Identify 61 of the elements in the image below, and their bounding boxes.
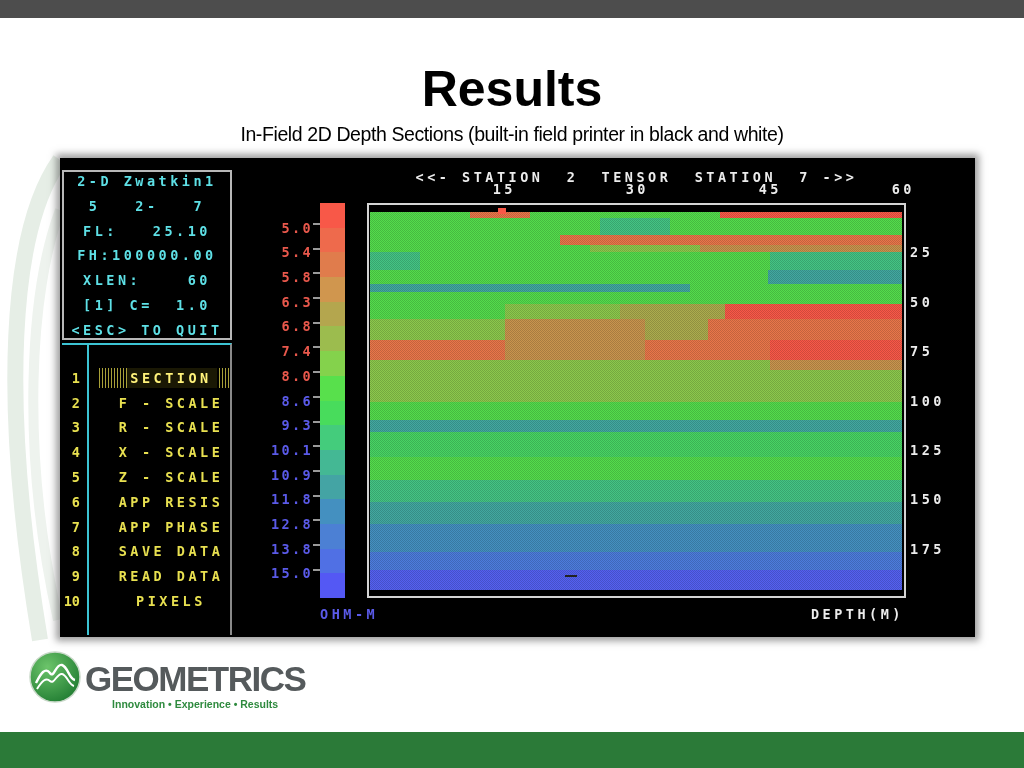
- depth-tick-label: 50: [910, 295, 934, 308]
- info-line: [1] C= 1.0: [83, 298, 211, 312]
- info-line: FL: 25.10: [83, 223, 211, 238]
- scale-label: 7.4: [281, 345, 313, 358]
- menu-item[interactable]: Z - SCALE: [99, 466, 229, 487]
- scale-label: 6.3: [281, 295, 313, 308]
- menu-number: 1: [71, 368, 81, 388]
- logo-tagline: Innovation • Experience • Results: [112, 698, 279, 710]
- menu-item[interactable]: READ DATA: [99, 566, 229, 587]
- depth-tick-label: 150: [910, 493, 945, 506]
- menu-item[interactable]: F - SCALE: [99, 392, 229, 413]
- info-line: FH:100000.00: [77, 248, 217, 263]
- station-tick-label: 60: [891, 183, 915, 195]
- menu-number: 6: [71, 492, 81, 512]
- menu-number: 10: [63, 591, 81, 611]
- scale-label: 10.9: [270, 468, 313, 481]
- menu-number: 5: [71, 467, 81, 487]
- depth-tick-label: 125: [910, 443, 945, 456]
- section-header: <<- STATION 2 TENSOR STATION 7 ->>: [415, 171, 858, 183]
- menu-number: 8: [71, 542, 81, 562]
- scale-label: 5.4: [281, 246, 313, 259]
- menu-number: 2: [71, 393, 81, 413]
- menu-item[interactable]: APP RESIS: [99, 491, 229, 512]
- info-line: <ESC> TO QUIT: [71, 322, 223, 337]
- scale-label: 11.8: [270, 493, 313, 506]
- info-line: XLEN: 60: [83, 273, 211, 288]
- depth-tick-label: 75: [910, 345, 934, 358]
- menu-item[interactable]: SAVE DATA: [99, 541, 229, 562]
- unit-label: OHM-M: [320, 608, 379, 620]
- depth-tick-label: 25: [910, 246, 934, 259]
- menu-number: 9: [71, 567, 81, 587]
- depth-tick-label: 175: [910, 542, 945, 555]
- station-tick-label: 45: [758, 183, 782, 195]
- scale-label: 5.0: [281, 221, 313, 234]
- menu-number: 4: [71, 443, 81, 463]
- scale-label: 10.1: [270, 443, 313, 456]
- menu-item[interactable]: PIXELS: [99, 590, 229, 611]
- depth-tick-label: 100: [910, 394, 945, 407]
- station-tick-label: 15: [492, 183, 516, 195]
- scale-label: 8.0: [281, 369, 313, 382]
- menu-number: 7: [71, 517, 81, 537]
- scale-label: 6.8: [281, 320, 313, 333]
- scale-label: 9.3: [281, 419, 313, 432]
- mountain-emblem-icon: [29, 651, 81, 703]
- scale-label: 13.8: [270, 542, 313, 555]
- scale-label: 5.8: [281, 271, 313, 284]
- info-line: 2-D Zwatkin1: [77, 174, 217, 188]
- slide-subtitle: In-Field 2D Depth Sections (built-in field printer in black and white): [240, 123, 784, 145]
- scale-label: 15.0: [270, 567, 313, 580]
- scale-label: 8.6: [281, 394, 313, 407]
- axis-title: DEPTH(M): [810, 608, 904, 620]
- menu-number: 3: [71, 418, 81, 438]
- menu-item[interactable]: X - SCALE: [99, 442, 229, 463]
- menu-item[interactable]: APP PHASE: [99, 516, 229, 537]
- scale-label: 12.8: [270, 517, 313, 530]
- menu-item[interactable]: R - SCALE: [99, 417, 229, 438]
- menu-item[interactable]: SECTION: [99, 367, 229, 388]
- slide-title: Results: [421, 64, 603, 114]
- info-line: 5 2- 7: [88, 198, 206, 213]
- logo-wordmark: GEOMETRICS: [85, 662, 306, 696]
- station-tick-label: 30: [625, 183, 649, 195]
